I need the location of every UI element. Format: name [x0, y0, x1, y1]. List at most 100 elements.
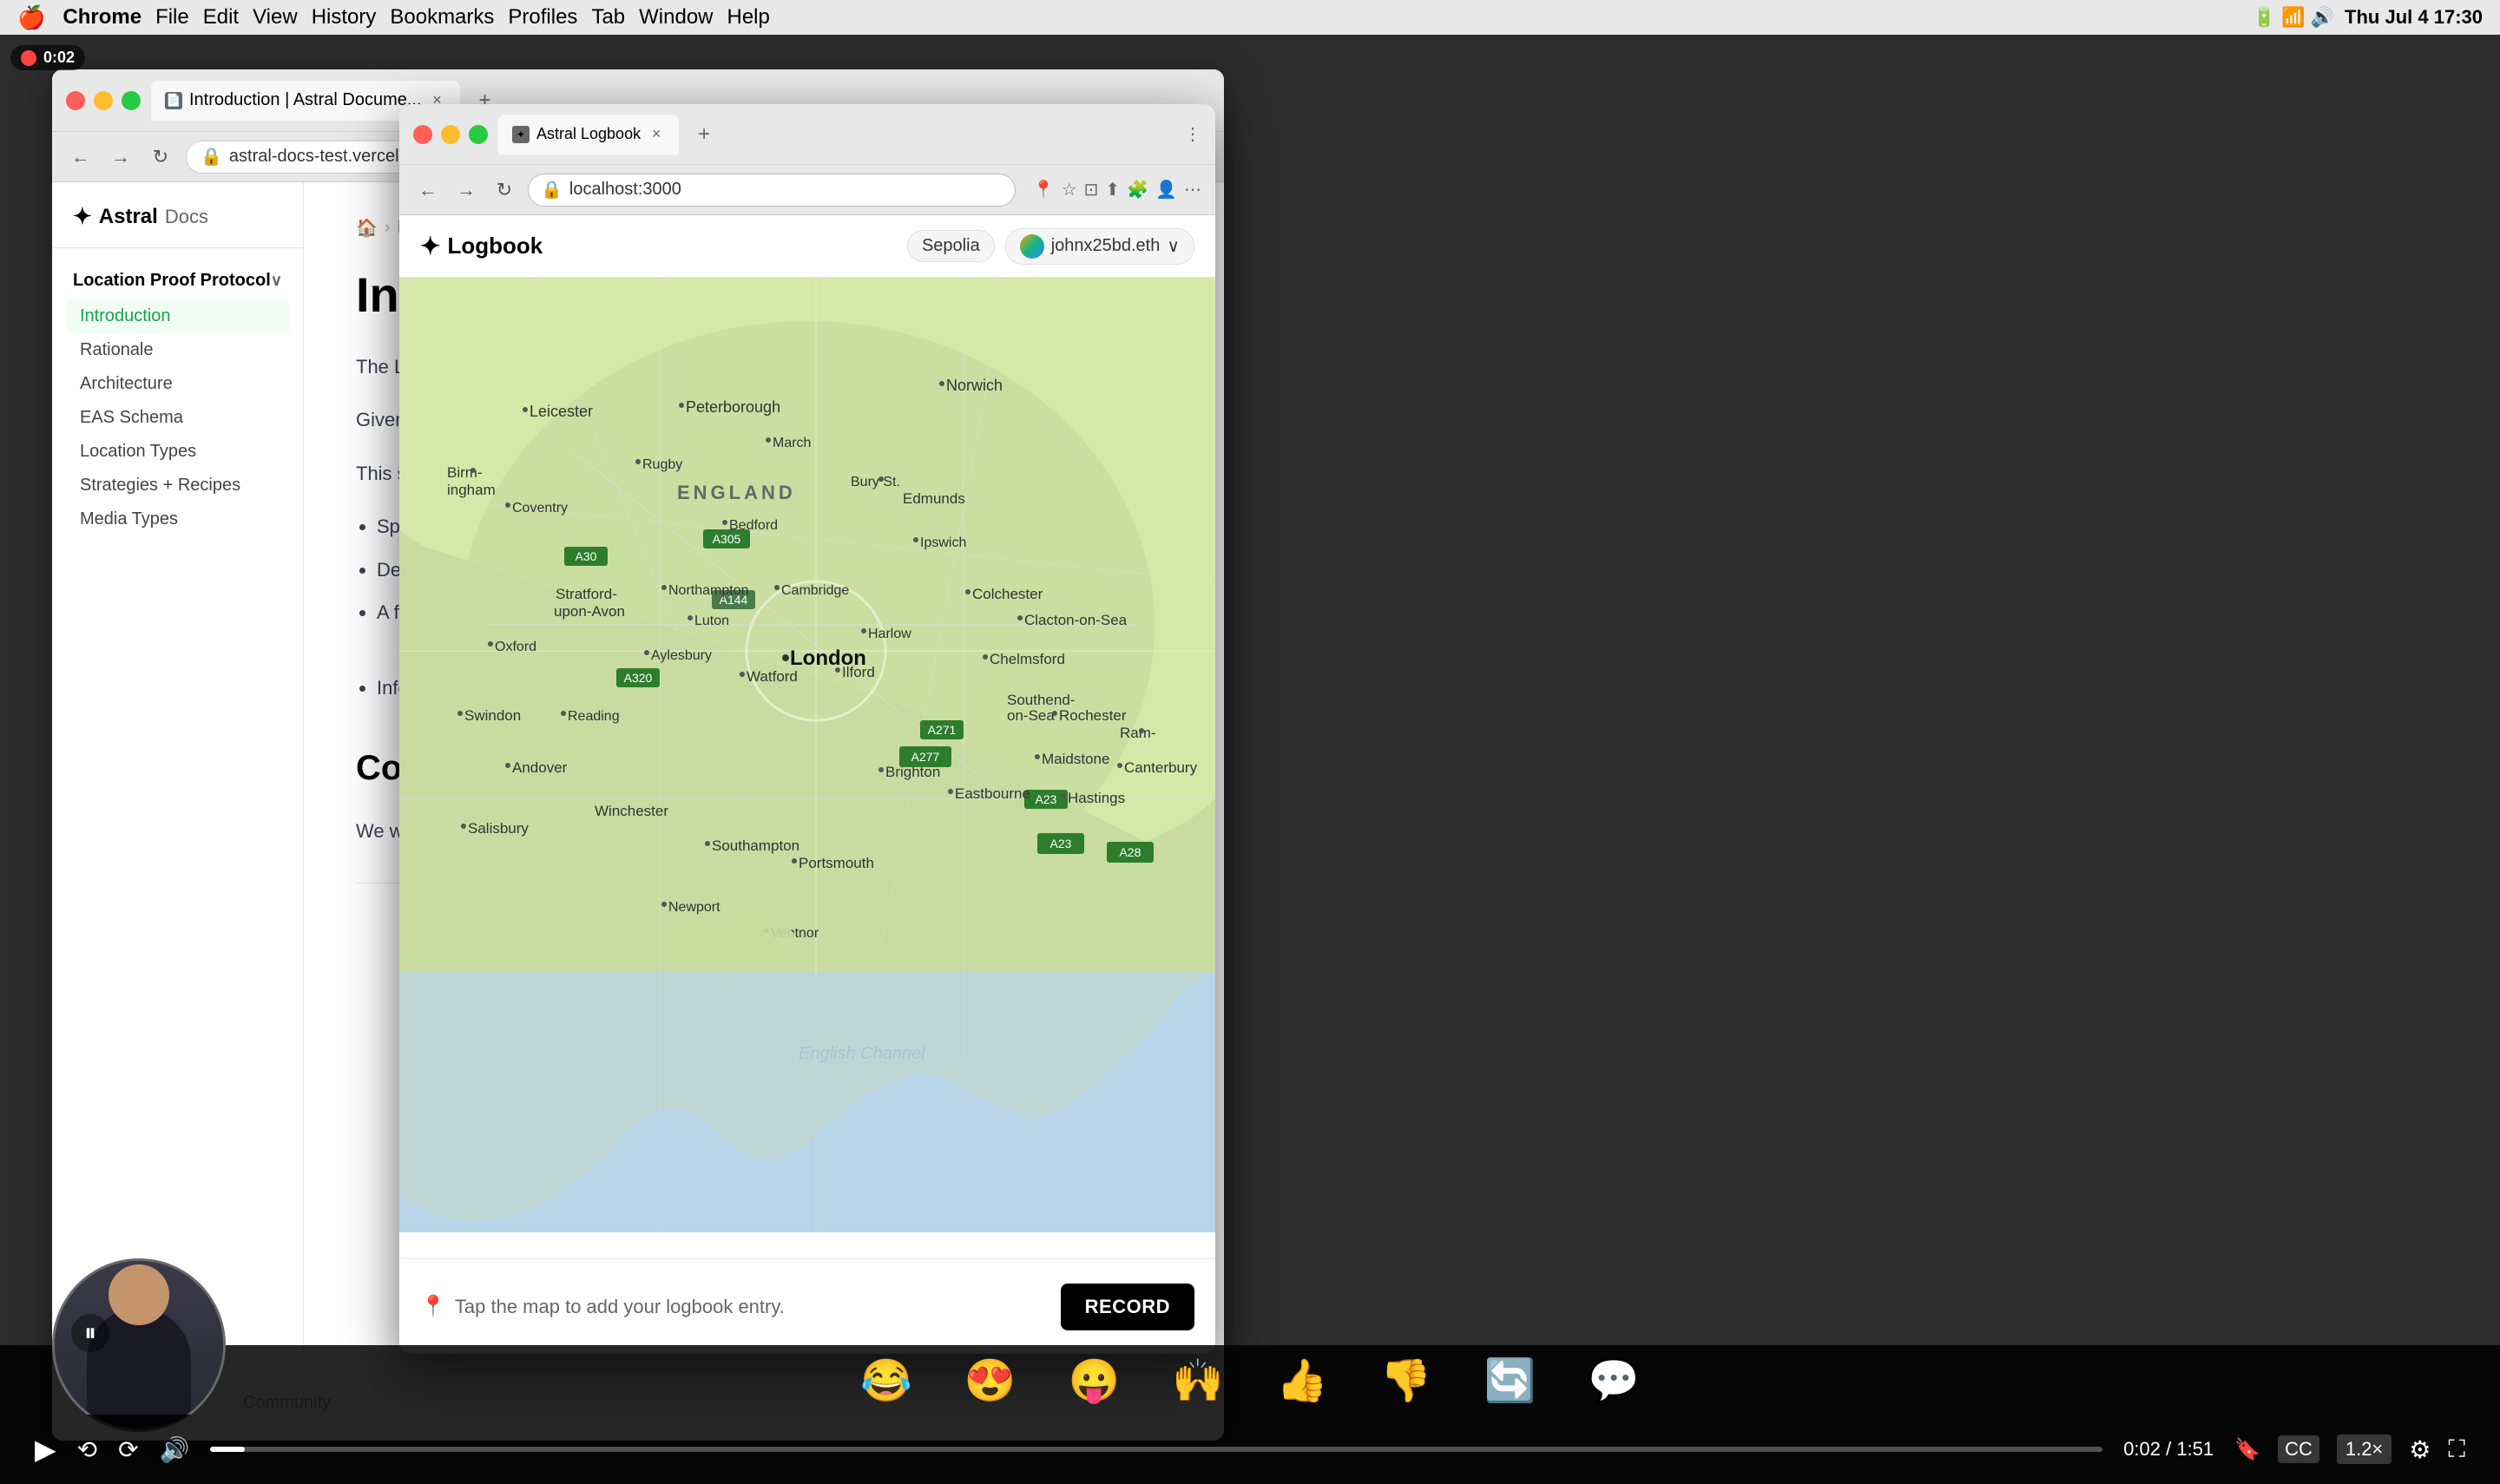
- home-icon[interactable]: 🏠: [356, 217, 378, 239]
- sidebar-item-introduction[interactable]: Introduction: [66, 299, 289, 333]
- svg-text:Watford: Watford: [747, 668, 798, 685]
- emoji-thumbsdown[interactable]: 👎: [1380, 1356, 1432, 1405]
- minimize-button[interactable]: [94, 91, 113, 110]
- emoji-chat[interactable]: 💬: [1588, 1356, 1640, 1405]
- map-area[interactable]: A30 A305 A144 A320 A271 A23 Leicester Pe…: [399, 278, 1215, 1232]
- logbook-tab[interactable]: ✦ Astral Logbook ×: [498, 115, 679, 154]
- recording-time: 0:02: [43, 49, 75, 67]
- forward-button[interactable]: →: [106, 142, 135, 172]
- close-button[interactable]: [66, 91, 85, 110]
- fast-forward-button[interactable]: ⟳: [118, 1435, 138, 1464]
- logbook-address-field[interactable]: 🔒 localhost:3000: [528, 174, 1016, 207]
- emoji-tongue[interactable]: 😛: [1068, 1356, 1120, 1405]
- logbook-new-tab-button[interactable]: +: [689, 120, 719, 149]
- logbook-tab-title: Astral Logbook: [536, 125, 641, 143]
- emoji-react[interactable]: 🔄: [1484, 1356, 1536, 1405]
- sidebar-item-rationale[interactable]: Rationale: [66, 333, 289, 367]
- svg-text:Salisbury: Salisbury: [468, 820, 529, 837]
- playback-speed[interactable]: 1.2×: [2337, 1435, 2391, 1464]
- svg-text:Rugby: Rugby: [642, 457, 682, 472]
- svg-text:Northampton: Northampton: [668, 583, 749, 598]
- settings-icon[interactable]: ⚙: [2409, 1435, 2431, 1464]
- sidebar-item-location-types[interactable]: Location Types: [66, 435, 289, 469]
- person-icon[interactable]: 👤: [1155, 179, 1177, 200]
- svg-text:Birm-: Birm-: [447, 464, 483, 481]
- logbook-forward-button[interactable]: →: [451, 175, 481, 205]
- emoji-love[interactable]: 😍: [964, 1356, 1016, 1405]
- logbook-maximize-button[interactable]: [469, 125, 488, 144]
- menu-tab[interactable]: Tab: [591, 5, 625, 30]
- menu-file[interactable]: File: [155, 5, 189, 30]
- svg-text:A23: A23: [1036, 792, 1057, 806]
- location-dot-icon[interactable]: 📍: [1033, 179, 1055, 200]
- sidebar-item-eas-schema[interactable]: EAS Schema: [66, 401, 289, 435]
- svg-text:Southend-: Southend-: [1007, 692, 1075, 708]
- record-button[interactable]: RECORD: [1061, 1284, 1194, 1330]
- tab-options-icon[interactable]: ⊡: [1084, 179, 1099, 200]
- menu-history[interactable]: History: [312, 5, 377, 30]
- sidebar-logo: ✦ Astral Docs: [52, 203, 303, 248]
- svg-text:Chelmsford: Chelmsford: [990, 651, 1065, 667]
- bookmark-icon[interactable]: ☆: [1062, 179, 1077, 200]
- svg-text:Hastings: Hastings: [1068, 790, 1125, 806]
- sidebar-section-lpp: Location Proof Protocol ∨ Introduction R…: [52, 262, 303, 536]
- svg-text:A271: A271: [928, 723, 957, 737]
- logbook-refresh-button[interactable]: ↻: [490, 175, 519, 205]
- refresh-button[interactable]: ↻: [146, 142, 175, 172]
- recording-indicator: 0:02: [10, 45, 85, 70]
- svg-text:A30: A30: [576, 549, 597, 563]
- fullscreen-icon[interactable]: ⛶: [2448, 1435, 2465, 1464]
- rec-dot-icon: [21, 50, 36, 66]
- logbook-address-text: localhost:3000: [569, 180, 681, 200]
- svg-text:Clacton-on-Sea: Clacton-on-Sea: [1024, 612, 1128, 628]
- svg-text:A320: A320: [624, 671, 653, 685]
- emoji-laugh[interactable]: 😂: [860, 1356, 912, 1405]
- volume-button[interactable]: 🔊: [160, 1435, 190, 1464]
- emoji-thumbsup[interactable]: 👍: [1276, 1356, 1328, 1405]
- svg-text:Luton: Luton: [694, 614, 729, 628]
- menubar-right: 🔋 📶 🔊 Thu Jul 4 17:30: [2253, 6, 2483, 29]
- sidebar-item-media-types[interactable]: Media Types: [66, 502, 289, 536]
- lock-icon: 🔒: [541, 179, 562, 200]
- chevron-down-icon: ∨: [271, 272, 282, 290]
- network-selector[interactable]: Sepolia: [907, 230, 995, 262]
- extensions2-icon[interactable]: 🧩: [1127, 179, 1148, 200]
- menu-edit[interactable]: Edit: [203, 5, 239, 30]
- more2-icon[interactable]: ⋯: [1184, 179, 1201, 200]
- menu-view[interactable]: View: [253, 5, 298, 30]
- menu-window[interactable]: Window: [639, 5, 713, 30]
- sidebar-docs-link[interactable]: Docs: [165, 206, 208, 228]
- lock-icon: 🔒: [201, 146, 222, 167]
- current-time: 0:02 / 1:51: [2123, 1438, 2214, 1461]
- emoji-hands[interactable]: 🙌: [1172, 1356, 1224, 1405]
- logbook-more-icon[interactable]: ⋮: [1184, 123, 1201, 145]
- back-button[interactable]: ←: [66, 142, 95, 172]
- sidebar-item-strategies[interactable]: Strategies + Recipes: [66, 469, 289, 502]
- menu-help[interactable]: Help: [727, 5, 770, 30]
- sidebar-section-header[interactable]: Location Proof Protocol ∨: [66, 262, 289, 299]
- logbook-close-button[interactable]: [413, 125, 432, 144]
- svg-text:Andover: Andover: [512, 759, 568, 776]
- play-pause-button[interactable]: ▶: [35, 1433, 56, 1466]
- wallet-dropdown-icon: ∨: [1167, 235, 1180, 257]
- bookmark-video-icon[interactable]: 🔖: [2234, 1437, 2260, 1462]
- menu-profiles[interactable]: Profiles: [508, 5, 577, 30]
- logbook-browser-window: ✦ Astral Logbook × + ⋮ ← → ↻ 🔒 localhost…: [399, 104, 1215, 1354]
- apple-menu-icon[interactable]: 🍎: [17, 4, 45, 31]
- logbook-tab-close[interactable]: ×: [648, 126, 665, 143]
- share-icon[interactable]: ⬆: [1105, 179, 1120, 200]
- svg-text:Portsmouth: Portsmouth: [799, 855, 874, 871]
- menu-bookmarks[interactable]: Bookmarks: [390, 5, 494, 30]
- astral-brand-name: Astral: [99, 205, 158, 229]
- captions-button[interactable]: CC: [2278, 1435, 2319, 1463]
- svg-text:Reading: Reading: [568, 709, 620, 724]
- svg-text:Coventry: Coventry: [512, 501, 568, 515]
- pause-button[interactable]: ⏸: [71, 1314, 109, 1352]
- sidebar-item-architecture[interactable]: Architecture: [66, 367, 289, 401]
- wallet-button[interactable]: johnx25bd.eth ∨: [1005, 228, 1194, 265]
- progress-bar[interactable]: [210, 1447, 2102, 1452]
- rewind-button[interactable]: ⟲: [77, 1435, 97, 1464]
- maximize-button[interactable]: [122, 91, 141, 110]
- logbook-minimize-button[interactable]: [441, 125, 460, 144]
- logbook-back-button[interactable]: ←: [413, 175, 443, 205]
